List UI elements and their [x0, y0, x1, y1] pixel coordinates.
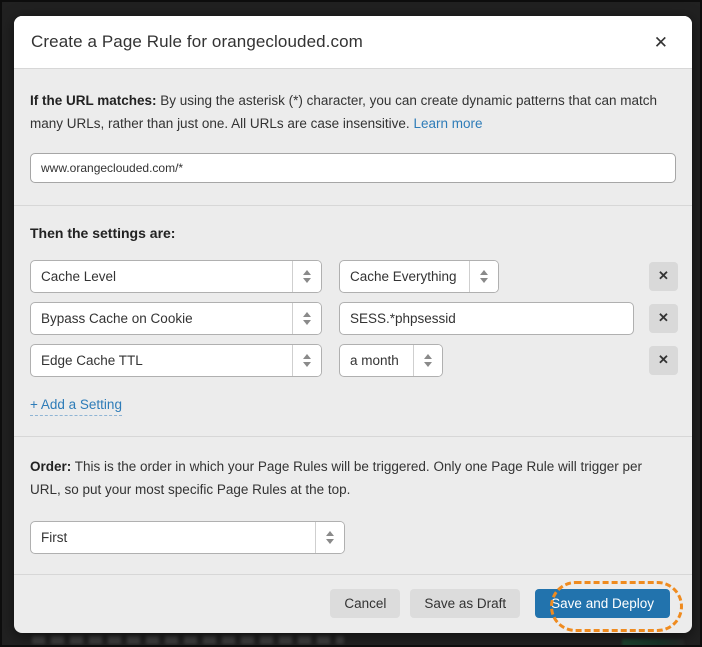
save-as-draft-button[interactable]: Save as Draft: [410, 589, 520, 618]
dialog-footer: Cancel Save as Draft Save and Deploy: [14, 574, 692, 633]
setting-select-value: Bypass Cache on Cookie: [31, 303, 292, 334]
add-setting-link[interactable]: + Add a Setting: [30, 397, 122, 416]
background-page-fragment: [622, 639, 684, 647]
url-match-description: If the URL matches: By using the asteris…: [30, 90, 676, 136]
learn-more-link[interactable]: Learn more: [413, 116, 482, 131]
dialog-title: Create a Page Rule for orangeclouded.com: [31, 32, 363, 52]
order-section: Order: This is the order in which your P…: [14, 436, 692, 574]
screenshot-frame: Create a Page Rule for orangeclouded.com…: [0, 0, 702, 647]
dialog-header: Create a Page Rule for orangeclouded.com…: [14, 16, 692, 68]
settings-section: Then the settings are: Cache Level Cache…: [14, 205, 692, 436]
setting-select-value: Edge Cache TTL: [31, 345, 292, 376]
stepper-icon: [413, 345, 442, 376]
order-help-text: This is the order in which your Page Rul…: [30, 459, 642, 497]
close-icon[interactable]: ✕: [650, 32, 672, 53]
value-select-value: Cache Everything: [340, 261, 469, 292]
value-select-value: a month: [340, 345, 413, 376]
delete-setting-button[interactable]: ✕: [649, 262, 678, 291]
delete-setting-button[interactable]: ✕: [649, 304, 678, 333]
value-select-ttl-duration[interactable]: a month: [339, 344, 443, 377]
value-select-cache-everything[interactable]: Cache Everything: [339, 260, 499, 293]
background-status-url-blur: [32, 636, 344, 644]
url-pattern-input[interactable]: [30, 153, 676, 183]
save-and-deploy-button[interactable]: Save and Deploy: [535, 589, 670, 618]
setting-row: Cache Level Cache Everything ✕: [30, 260, 678, 293]
stepper-icon: [469, 261, 498, 292]
settings-heading: Then the settings are:: [30, 225, 678, 241]
order-select[interactable]: First: [30, 521, 345, 554]
stepper-icon: [292, 261, 321, 292]
order-description: Order: This is the order in which your P…: [30, 456, 676, 502]
setting-select-bypass-cache[interactable]: Bypass Cache on Cookie: [30, 302, 322, 335]
url-match-section: If the URL matches: By using the asteris…: [14, 68, 692, 205]
cancel-button[interactable]: Cancel: [330, 589, 400, 618]
stepper-icon: [292, 303, 321, 334]
stepper-icon: [315, 522, 344, 553]
cookie-pattern-input[interactable]: [339, 302, 634, 335]
setting-row: Bypass Cache on Cookie ✕: [30, 302, 678, 335]
setting-row: Edge Cache TTL a month ✕: [30, 344, 678, 377]
url-match-label: If the URL matches:: [30, 93, 157, 108]
delete-setting-button[interactable]: ✕: [649, 346, 678, 375]
setting-select-value: Cache Level: [31, 261, 292, 292]
create-page-rule-dialog: Create a Page Rule for orangeclouded.com…: [14, 16, 692, 633]
order-label: Order:: [30, 459, 71, 474]
setting-select-edge-cache-ttl[interactable]: Edge Cache TTL: [30, 344, 322, 377]
setting-select-cache-level[interactable]: Cache Level: [30, 260, 322, 293]
order-select-value: First: [31, 522, 315, 553]
stepper-icon: [292, 345, 321, 376]
